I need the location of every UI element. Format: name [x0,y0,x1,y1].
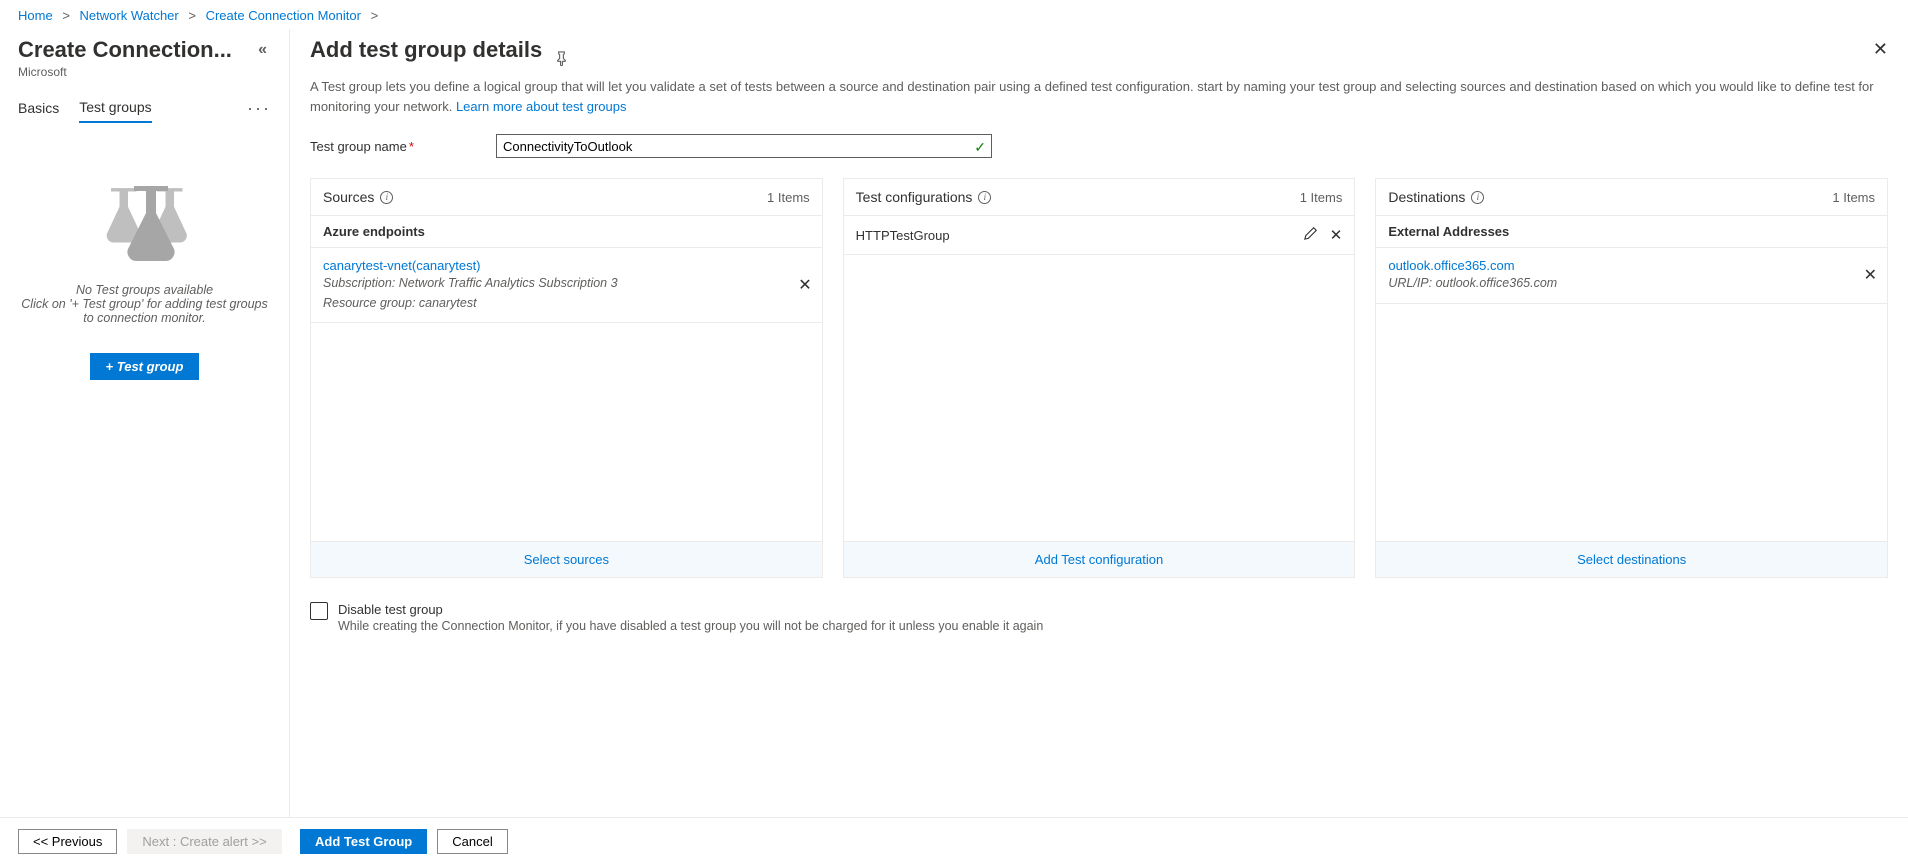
sidebar-tabs: Basics Test groups ··· [18,93,271,123]
empty-state: No Test groups available Click on '+ Tes… [18,183,271,380]
destination-entry: outlook.office365.com URL/IP: outlook.of… [1376,248,1887,304]
destination-entry-url: URL/IP: outlook.office365.com [1388,275,1875,293]
edit-icon[interactable] [1304,227,1322,244]
chevron-right-icon: > [371,8,379,23]
test-group-name-input[interactable] [496,134,992,158]
sources-title: Sources [323,189,374,205]
next-button[interactable]: Next : Create alert >> [127,829,281,854]
page-subtitle: Microsoft [18,65,271,79]
sidebar: Create Connection... « Microsoft Basics … [0,29,290,817]
intro-text: A Test group lets you define a logical g… [310,77,1888,116]
select-destinations-link[interactable]: Select destinations [1577,552,1686,567]
breadcrumb-network-watcher[interactable]: Network Watcher [80,8,179,23]
sources-panel: Sources i 1 Items Azure endpoints canary… [310,178,823,578]
flask-icon [100,183,190,263]
add-test-group-submit-button[interactable]: Add Test Group [300,829,427,854]
tab-test-groups[interactable]: Test groups [79,93,151,123]
panel-title: Add test group details [310,37,542,63]
destinations-count: 1 Items [1832,190,1875,205]
sources-subhead: Azure endpoints [311,215,822,248]
breadcrumb-home[interactable]: Home [18,8,53,23]
test-config-panel: Test configurations i 1 Items HTTPTestGr… [843,178,1356,578]
empty-description: Click on '+ Test group' for adding test … [18,297,271,325]
collapse-icon[interactable]: « [254,37,271,63]
remove-source-icon[interactable]: ✕ [798,275,811,295]
source-entry-subscription: Subscription: Network Traffic Analytics … [323,275,810,293]
source-entry: canarytest-vnet(canarytest) Subscription… [311,248,822,323]
main-panel: Add test group details ✕ A Test group le… [290,29,1908,817]
remove-config-icon[interactable]: ✕ [1330,227,1343,244]
close-icon[interactable]: ✕ [1873,39,1888,60]
disable-description: While creating the Connection Monitor, i… [338,619,1043,633]
more-icon[interactable]: ··· [247,98,271,119]
cancel-button[interactable]: Cancel [437,829,507,854]
add-test-config-link[interactable]: Add Test configuration [1035,552,1163,567]
destinations-subhead: External Addresses [1376,215,1887,248]
test-group-name-label: Test group name* [310,139,496,154]
source-entry-link[interactable]: canarytest-vnet(canarytest) [323,258,481,273]
chevron-right-icon: > [188,8,196,23]
breadcrumb: Home > Network Watcher > Create Connecti… [0,0,1908,29]
info-icon[interactable]: i [1471,191,1484,204]
source-entry-resource-group: Resource group: canarytest [323,295,810,313]
footer-bar: << Previous Next : Create alert >> Add T… [0,817,1908,865]
info-icon[interactable]: i [380,191,393,204]
empty-title: No Test groups available [18,283,271,297]
learn-more-link[interactable]: Learn more about test groups [456,99,627,114]
check-icon: ✓ [974,139,986,156]
destination-entry-link[interactable]: outlook.office365.com [1388,258,1514,273]
destinations-panel: Destinations i 1 Items External Addresse… [1375,178,1888,578]
chevron-right-icon: > [62,8,70,23]
destinations-title: Destinations [1388,189,1465,205]
tab-basics[interactable]: Basics [18,94,59,122]
breadcrumb-create-connection-monitor[interactable]: Create Connection Monitor [206,8,361,23]
add-test-group-button[interactable]: + Test group [90,353,200,380]
page-title: Create Connection... [18,37,232,63]
disable-label: Disable test group [338,602,1043,617]
info-icon[interactable]: i [978,191,991,204]
remove-destination-icon[interactable]: ✕ [1864,265,1877,285]
test-config-name: HTTPTestGroup [856,228,950,243]
select-sources-link[interactable]: Select sources [524,552,609,567]
disable-test-group-checkbox[interactable] [310,602,328,620]
test-config-title: Test configurations [856,189,973,205]
test-config-entry: HTTPTestGroup ✕ [844,215,1355,255]
sources-count: 1 Items [767,190,810,205]
pin-icon[interactable] [554,43,569,70]
test-config-count: 1 Items [1300,190,1343,205]
previous-button[interactable]: << Previous [18,829,117,854]
